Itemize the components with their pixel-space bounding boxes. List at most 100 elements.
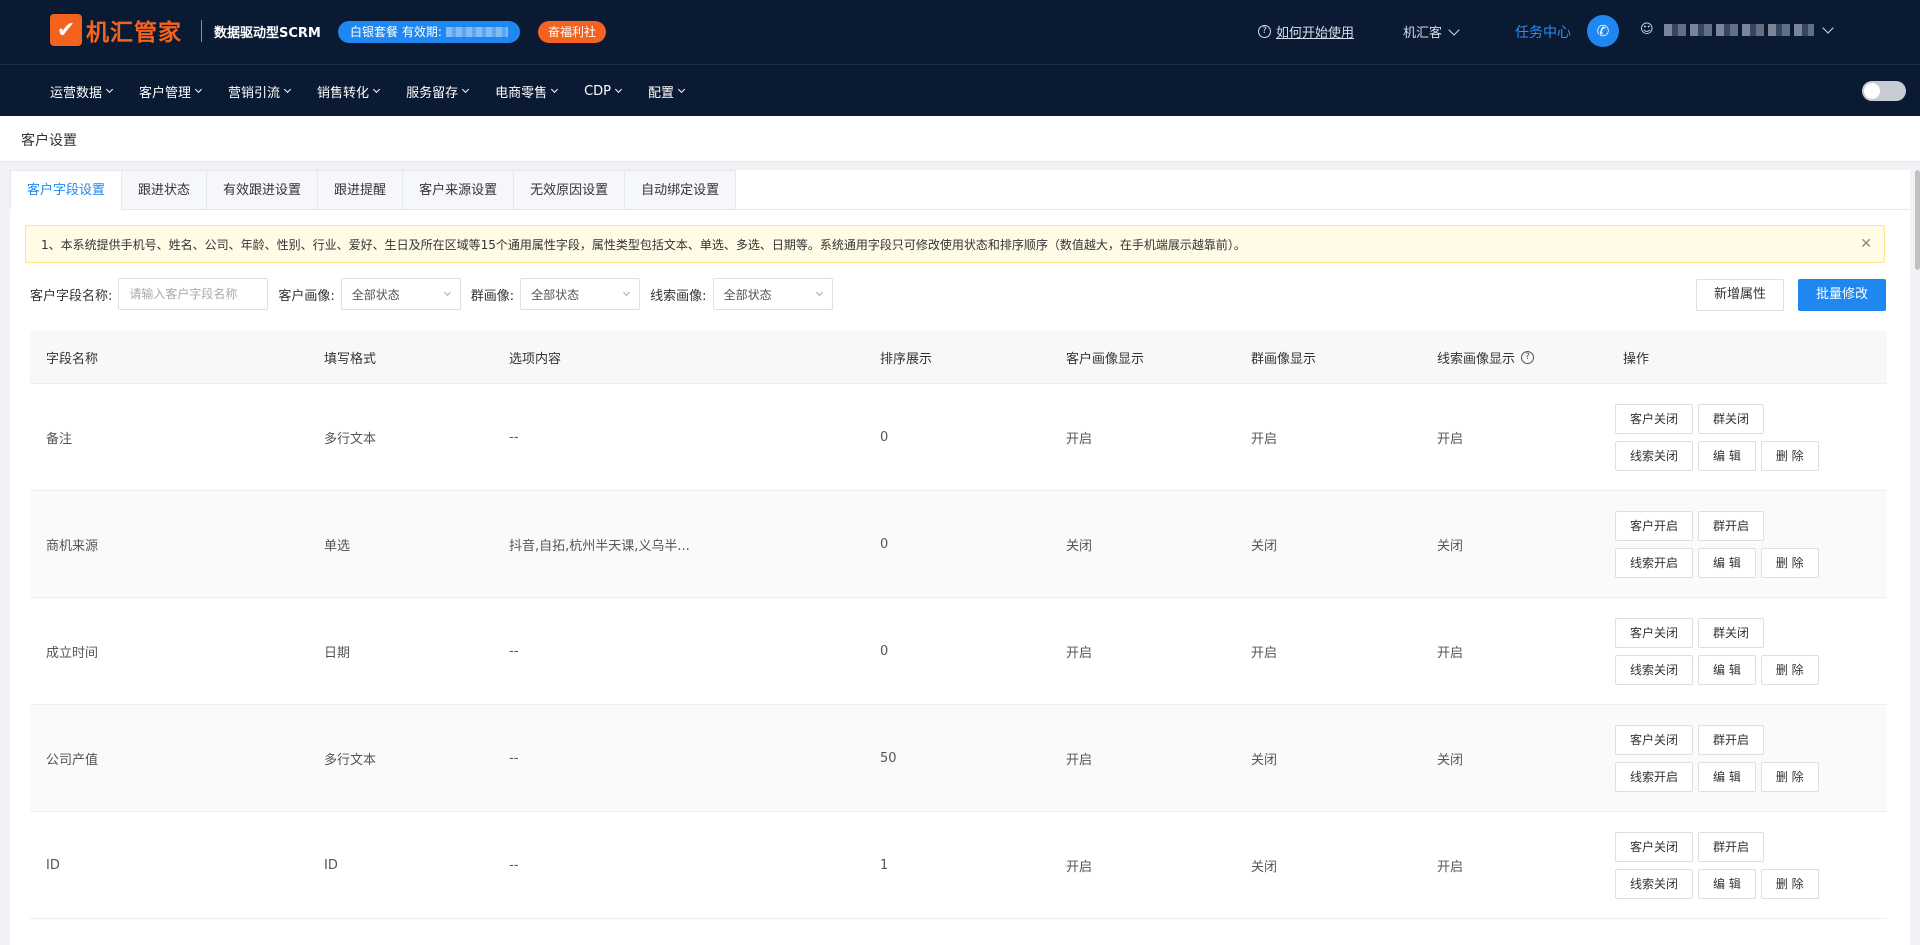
toggle-lead-button[interactable]: 线索开启 (1615, 547, 1694, 578)
cell-customer: 关闭 (1066, 538, 1093, 554)
chevron-down-icon (623, 288, 631, 297)
nav-item-config[interactable]: 配置 (648, 82, 686, 101)
tab-valid-follow[interactable]: 有效跟进设置 (207, 170, 319, 210)
delete-button[interactable]: 删 除 (1760, 440, 1819, 471)
table-row: 备注 多行文本 -- 0 开启 开启 开启 客户关闭 群关闭 线索关闭编 辑删 除 (30, 384, 1887, 491)
batch-edit-button[interactable]: 批量修改 (1798, 279, 1886, 311)
nav-item-customers[interactable]: 客户管理 (139, 82, 203, 101)
cell-sort: 0 (880, 429, 889, 445)
customer-profile-label: 客户画像: (278, 288, 335, 304)
account-name: 机汇客 (1403, 26, 1443, 41)
cell-actions: 客户关闭 群开启 线索开启编 辑删 除 (1607, 724, 1887, 792)
chevron-down-icon (443, 288, 451, 297)
user-menu[interactable]: ☺ (1640, 21, 1834, 37)
column-header: 排序展示 (880, 351, 933, 367)
toggle-lead-button[interactable]: 线索关闭 (1615, 654, 1694, 685)
nav-item-ecommerce[interactable]: 电商零售 (495, 82, 559, 101)
add-attribute-button[interactable]: 新增属性 (1696, 279, 1784, 311)
edit-button[interactable]: 编 辑 (1698, 440, 1756, 471)
edit-button[interactable]: 编 辑 (1698, 868, 1756, 899)
cell-name: 商机来源 (46, 538, 99, 554)
select-value: 全部状态 (723, 287, 772, 302)
toggle-group-button[interactable]: 群关闭 (1698, 617, 1765, 648)
phone-icon: ✆ (1596, 22, 1610, 40)
toggle-customer-button[interactable]: 客户关闭 (1615, 617, 1694, 648)
group-profile-select[interactable]: 全部状态 (520, 278, 641, 310)
toggle-lead-button[interactable]: 线索关闭 (1615, 868, 1694, 899)
phone-button[interactable]: ✆ (1587, 15, 1619, 47)
main-nav: 运营数据 客户管理 营销引流 销售转化 服务留存 电商零售 CDP 配置 (0, 64, 1920, 116)
cell-actions: 客户关闭 群开启 线索关闭编 辑删 除 (1607, 831, 1887, 899)
nav-label: 运营数据 (50, 85, 103, 101)
tab-customer-fields[interactable]: 客户字段设置 (10, 170, 123, 210)
table-row: 成立时间 日期 -- 0 开启 开启 开启 客户关闭 群关闭 线索关闭编 辑删 除 (30, 598, 1887, 705)
cell-lead: 开启 (1437, 859, 1464, 875)
page-scrollbar[interactable] (1915, 170, 1920, 270)
toggle-lead-button[interactable]: 线索开启 (1615, 761, 1694, 792)
toggle-group-button[interactable]: 群开启 (1698, 831, 1765, 862)
chevron-down-icon (284, 85, 292, 94)
lead-profile-label: 线索画像: (650, 288, 707, 304)
content-panel: 客户字段设置 跟进状态 有效跟进设置 跟进提醒 客户来源设置 无效原因设置 自动… (10, 170, 1910, 945)
close-icon[interactable]: ✕ (1860, 236, 1872, 252)
nav-item-sales[interactable]: 销售转化 (317, 82, 381, 101)
nav-item-service[interactable]: 服务留存 (406, 82, 470, 101)
toggle-customer-button[interactable]: 客户开启 (1615, 510, 1694, 541)
filter-bar: 客户字段名称: 请输入客户字段名称 客户画像: 全部状态 群画像: 全部状态 线… (30, 278, 843, 310)
toggle-customer-button[interactable]: 客户关闭 (1615, 724, 1694, 755)
column-header-lead: 线索画像显示? (1421, 348, 1607, 367)
nav-item-operations[interactable]: 运营数据 (50, 82, 114, 101)
chevron-down-icon (1821, 21, 1834, 34)
nav-label: 营销引流 (228, 85, 281, 101)
toggle-customer-button[interactable]: 客户关闭 (1615, 403, 1694, 434)
page-title: 客户设置 (21, 133, 77, 149)
theme-toggle[interactable] (1862, 81, 1906, 101)
account-switcher[interactable]: 机汇客 (1403, 22, 1460, 41)
lead-profile-select[interactable]: 全部状态 (712, 278, 833, 310)
column-header: 客户画像显示 (1066, 351, 1145, 367)
tab-customer-source[interactable]: 客户来源设置 (403, 170, 515, 210)
help-link[interactable]: ? 如何开始使用 (1258, 22, 1354, 41)
nav-item-marketing[interactable]: 营销引流 (228, 82, 292, 101)
select-value: 全部状态 (351, 287, 400, 302)
toggle-customer-button[interactable]: 客户关闭 (1615, 831, 1694, 862)
logo[interactable]: ✔ 机汇管家 (50, 13, 182, 47)
field-name-input[interactable]: 请输入客户字段名称 (118, 278, 269, 310)
toggle-group-button[interactable]: 群开启 (1698, 724, 1765, 755)
help-circle-icon[interactable]: ? (1521, 350, 1535, 364)
delete-button[interactable]: 删 除 (1760, 654, 1819, 685)
logo-text: 机汇管家 (86, 20, 182, 46)
tab-invalid-reason[interactable]: 无效原因设置 (514, 170, 626, 210)
delete-button[interactable]: 删 除 (1760, 761, 1819, 792)
customer-profile-select[interactable]: 全部状态 (340, 278, 461, 310)
cell-name: 成立时间 (46, 645, 99, 661)
welfare-badge[interactable]: 奋福利社 (538, 21, 607, 43)
cell-customer: 开启 (1066, 431, 1093, 447)
delete-button[interactable]: 删 除 (1760, 547, 1819, 578)
chevron-down-icon (551, 85, 559, 94)
tab-follow-status[interactable]: 跟进状态 (122, 170, 208, 210)
table-row: ID ID -- 1 开启 关闭 开启 客户关闭 群开启 线索关闭编 辑删 除 (30, 812, 1887, 919)
toggle-group-button[interactable]: 群开启 (1698, 510, 1765, 541)
cell-format: 日期 (324, 645, 351, 661)
toggle-group-button[interactable]: 群关闭 (1698, 403, 1765, 434)
nav-label: CDP (584, 83, 612, 99)
tab-follow-reminder[interactable]: 跟进提醒 (318, 170, 404, 210)
nav-item-cdp[interactable]: CDP (584, 83, 623, 99)
cell-options: -- (509, 429, 519, 445)
chevron-down-icon (462, 85, 470, 94)
delete-button[interactable]: 删 除 (1760, 868, 1819, 899)
edit-button[interactable]: 编 辑 (1698, 547, 1756, 578)
edit-button[interactable]: 编 辑 (1698, 761, 1756, 792)
column-header-label: 线索画像显示 (1437, 351, 1516, 367)
edit-button[interactable]: 编 辑 (1698, 654, 1756, 685)
tab-auto-bind[interactable]: 自动绑定设置 (625, 170, 737, 210)
cell-sort: 0 (880, 536, 889, 552)
cell-name: 公司产值 (46, 752, 99, 768)
package-badge[interactable]: 白银套餐 有效期: (338, 21, 520, 43)
table-header: 字段名称 填写格式 选项内容 排序展示 客户画像显示 群画像显示 线索画像显示?… (30, 331, 1887, 384)
cell-options: 抖音,自拓,杭州半天课,义乌半... (509, 538, 690, 554)
user-icon: ☺ (1640, 22, 1654, 37)
task-center-link[interactable]: 任务中心 (1515, 22, 1571, 42)
toggle-lead-button[interactable]: 线索关闭 (1615, 440, 1694, 471)
